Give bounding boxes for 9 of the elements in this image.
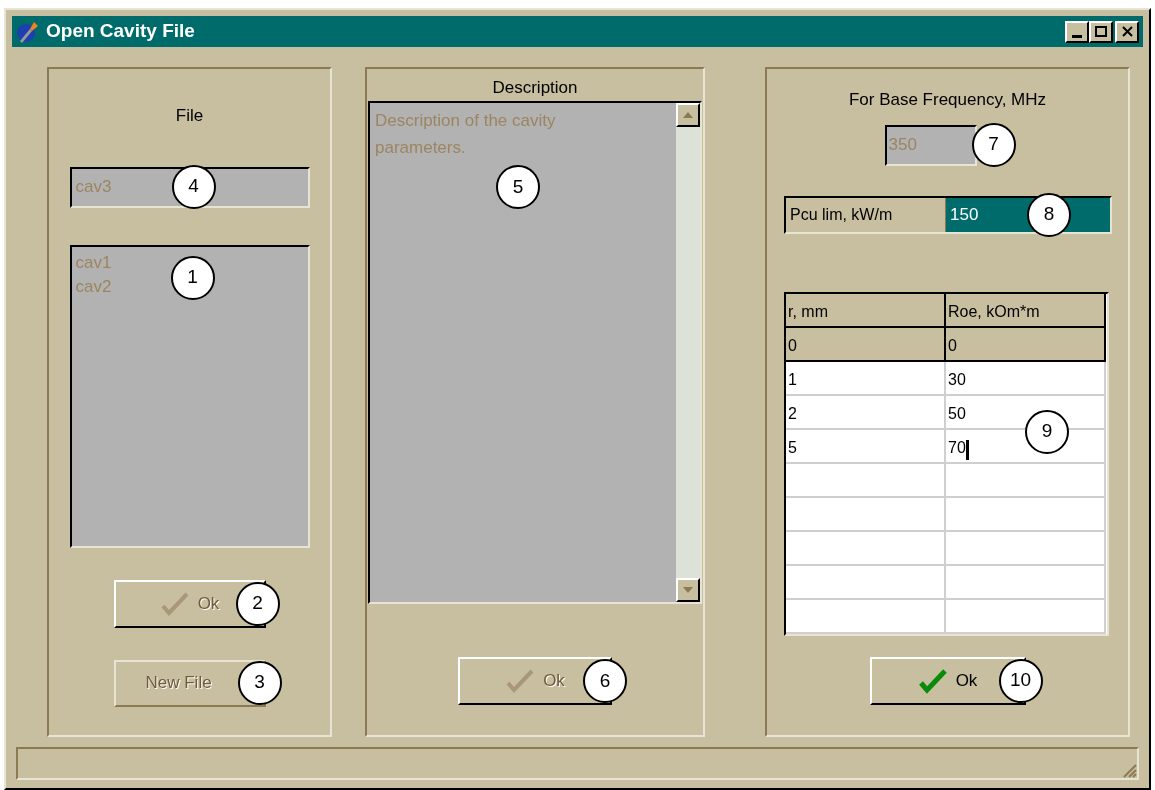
- column-header: r, mm: [786, 293, 946, 328]
- frequency-label: For Base Frequency, MHz: [848, 89, 1047, 111]
- description-label: Description: [492, 77, 578, 99]
- column-header: Roe, kOm*m: [946, 293, 1106, 328]
- file-label: File: [175, 105, 204, 127]
- callout-tooltip: 7: [971, 122, 1016, 167]
- callout-tooltip: 8: [1027, 192, 1071, 237]
- window-title: Open Cavity File: [46, 19, 196, 44]
- description-text: Description of the cavity parameters.: [375, 110, 557, 159]
